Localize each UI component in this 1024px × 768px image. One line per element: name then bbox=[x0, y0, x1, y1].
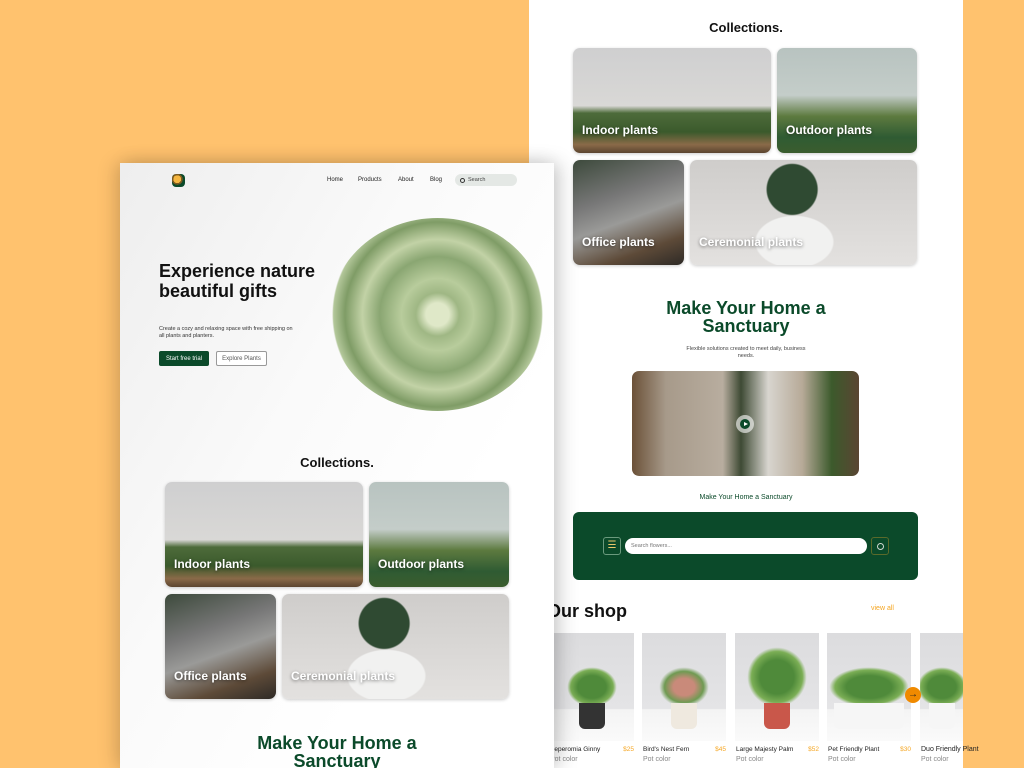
tile-label: Outdoor plants bbox=[378, 557, 464, 571]
tile-label: Ceremonial plants bbox=[699, 235, 804, 249]
sanctuary-title: Make Your Home a Sanctuary bbox=[257, 733, 417, 768]
start-free-trial-button[interactable]: Start free trial bbox=[159, 351, 209, 366]
collection-indoor[interactable]: Indoor plants bbox=[165, 482, 363, 587]
product-name: Pet Friendly Plant bbox=[828, 746, 880, 753]
product-card[interactable]: Bird's Nest Fern $45 Pot color bbox=[642, 633, 726, 763]
collection-office[interactable]: Office plants bbox=[165, 594, 276, 699]
tile-label: Indoor plants bbox=[174, 557, 250, 571]
nav-products[interactable]: Products bbox=[358, 177, 382, 183]
view-all-link[interactable]: view all bbox=[871, 605, 894, 612]
sanctuary-caption: Make Your Home a Sanctuary bbox=[699, 494, 793, 501]
search-placeholder: Search bbox=[468, 177, 486, 183]
hero-succulent-image bbox=[330, 218, 545, 411]
search-button[interactable] bbox=[871, 537, 889, 555]
collection-ceremonial[interactable]: Ceremonial plants bbox=[282, 594, 509, 699]
product-name: Bird's Nest Fern bbox=[643, 746, 690, 753]
page-preview-left: Home Products About Blog Search Experien… bbox=[120, 163, 554, 768]
product-card[interactable]: Pet Friendly Plant $30 Pot color bbox=[827, 633, 911, 763]
page-preview-right: Collections. Indoor plants Outdoor plant… bbox=[529, 0, 979, 768]
product-price: $45 bbox=[715, 746, 726, 753]
product-price: $25 bbox=[623, 746, 634, 753]
tile-label: Office plants bbox=[582, 235, 655, 249]
collections-title: Collections. bbox=[300, 455, 374, 470]
hero-subtitle: Create a cozy and relaxing space with fr… bbox=[159, 326, 293, 340]
pot-color-label: Pot color bbox=[643, 756, 671, 763]
pot-color-label: Pot color bbox=[921, 756, 949, 763]
hero-title: Experience nature beautiful gifts bbox=[159, 261, 316, 301]
collections-title: Collections. bbox=[709, 20, 783, 35]
sanctuary-subtitle: Flexible solutions created to meet daily… bbox=[686, 346, 806, 360]
product-price: $30 bbox=[900, 746, 911, 753]
search-flowers-input[interactable] bbox=[625, 538, 867, 554]
tile-label: Outdoor plants bbox=[786, 123, 872, 137]
pot-color-label: Pot color bbox=[828, 756, 856, 763]
pot-color-label: Pot color bbox=[736, 756, 764, 763]
product-name: Peperomia Ginny bbox=[550, 746, 601, 753]
arrow-right-icon: → bbox=[908, 689, 918, 700]
search-icon bbox=[460, 177, 465, 183]
play-icon bbox=[740, 419, 750, 429]
product-card[interactable]: Peperomia Ginny $25 Pot color bbox=[549, 633, 634, 763]
collection-outdoor[interactable]: Outdoor plants bbox=[777, 48, 917, 153]
pot-color-label: Pot color bbox=[550, 756, 578, 763]
tile-label: Office plants bbox=[174, 669, 247, 683]
product-card[interactable]: Duo Friendly Plant Pot color bbox=[920, 633, 979, 763]
collection-indoor[interactable]: Indoor plants bbox=[573, 48, 771, 153]
search-panel: ☰ bbox=[573, 512, 918, 580]
collection-ceremonial[interactable]: Ceremonial plants bbox=[690, 160, 917, 265]
product-name: Duo Friendly Plant bbox=[921, 746, 979, 753]
collection-outdoor[interactable]: Outdoor plants bbox=[369, 482, 509, 587]
collection-office[interactable]: Office plants bbox=[573, 160, 684, 265]
play-button[interactable] bbox=[736, 415, 754, 433]
tile-label: Ceremonial plants bbox=[291, 669, 396, 683]
product-name: Large Majesty Palm bbox=[736, 746, 794, 753]
shop-title: Our shop bbox=[547, 601, 627, 621]
nav-blog[interactable]: Blog bbox=[430, 177, 442, 183]
product-card[interactable]: Large Majesty Palm $52 Pot color bbox=[735, 633, 819, 763]
search-icon bbox=[876, 542, 884, 550]
logo-icon[interactable] bbox=[172, 174, 185, 187]
video-thumbnail[interactable] bbox=[632, 371, 859, 476]
filter-icon[interactable]: ☰ bbox=[603, 537, 621, 555]
product-price: $52 bbox=[808, 746, 819, 753]
nav-home[interactable]: Home bbox=[327, 177, 343, 183]
nav-about[interactable]: About bbox=[398, 177, 414, 183]
next-arrow-button[interactable]: → bbox=[905, 687, 921, 703]
sanctuary-title: Make Your Home a Sanctuary bbox=[666, 298, 826, 336]
tile-label: Indoor plants bbox=[582, 123, 658, 137]
explore-plants-button[interactable]: Explore Plants bbox=[216, 351, 267, 366]
nav-search[interactable]: Search bbox=[455, 174, 517, 186]
